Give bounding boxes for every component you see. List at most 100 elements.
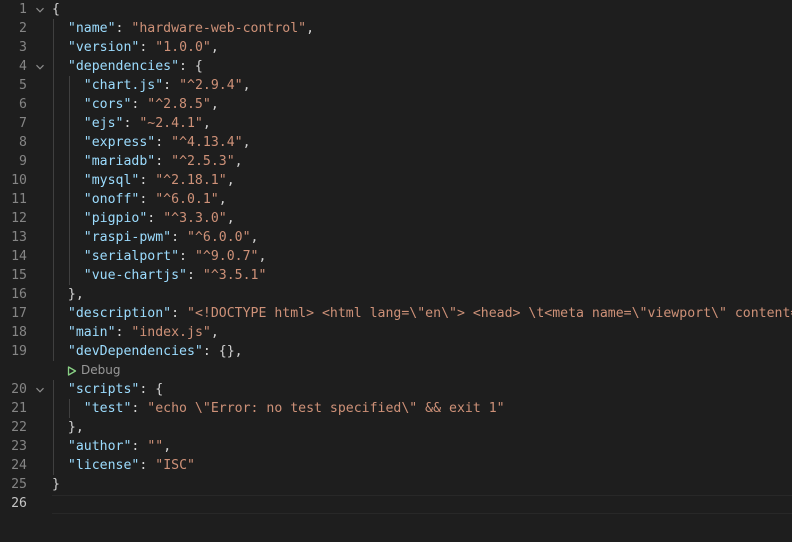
code-line[interactable]: 24 "license": "ISC" <box>0 456 792 475</box>
json-punctuation: : <box>139 40 156 55</box>
json-key: "chart.js" <box>83 78 164 93</box>
code-line[interactable]: 26 <box>0 494 792 513</box>
line-code: "pigpio": "^3.3.0", <box>52 209 235 228</box>
json-punctuation: , <box>306 21 315 36</box>
json-punctuation: : <box>179 249 195 264</box>
line-code: "license": "ISC" <box>52 456 195 475</box>
json-key: "mysql" <box>83 173 140 188</box>
code-editor[interactable]: 1{2 "name": "hardware-web-control", 3 "ve… <box>0 0 792 542</box>
json-key: "dependencies" <box>67 59 180 74</box>
json-punctuation: : <box>131 401 148 416</box>
chevron-down-icon[interactable] <box>33 0 47 19</box>
json-punctuation: : {}, <box>202 344 243 359</box>
json-string: "^2.18.1" <box>155 173 227 188</box>
line-number: 20 <box>11 382 27 397</box>
json-punctuation: : <box>123 116 140 131</box>
code-line[interactable]: 5 "chart.js": "^2.9.4", <box>0 76 792 95</box>
json-punctuation: : { <box>179 59 203 74</box>
code-line[interactable]: 2 "name": "hardware-web-control", <box>0 19 792 38</box>
json-punctuation: , <box>202 116 211 131</box>
line-number: 19 <box>11 344 27 359</box>
line-number: 25 <box>11 477 27 492</box>
json-string: "^6.0.1" <box>155 192 219 207</box>
code-line[interactable]: 17 "description": "<!DOCTYPE html> <html… <box>0 304 792 323</box>
json-punctuation: , <box>226 211 235 226</box>
json-punctuation: : <box>131 439 148 454</box>
code-line[interactable]: 21 "test": "echo \"Error: no test specif… <box>0 399 792 418</box>
json-punctuation: : <box>163 78 180 93</box>
chevron-down-icon[interactable] <box>33 57 47 76</box>
code-line[interactable]: 12 "pigpio": "^3.3.0", <box>0 209 792 228</box>
code-line[interactable]: 13 "raspi-pwm": "^6.0.0", <box>0 228 792 247</box>
line-code: "mariadb": "^2.5.3", <box>52 152 243 171</box>
json-punctuation: : <box>147 211 164 226</box>
json-punctuation: , <box>242 135 251 150</box>
json-key: "test" <box>83 401 132 416</box>
code-line[interactable]: 3 "version": "1.0.0", <box>0 38 792 57</box>
json-string: "" <box>147 439 164 454</box>
code-line[interactable]: 19 "devDependencies": {}, <box>0 342 792 361</box>
line-code: "name": "hardware-web-control", <box>52 19 314 38</box>
json-punctuation: , <box>210 97 219 112</box>
json-punctuation: , <box>218 192 227 207</box>
json-string: "^6.0.0" <box>187 230 251 245</box>
json-key: "mariadb" <box>83 154 156 169</box>
json-string: "ISC" <box>155 458 195 473</box>
debug-codelens[interactable]: Debug <box>67 362 120 379</box>
json-key: "scripts" <box>67 382 140 397</box>
json-key: "author" <box>67 439 132 454</box>
line-number: 10 <box>11 173 27 188</box>
line-code: "scripts": { <box>52 380 163 399</box>
code-line[interactable]: 22 }, <box>0 418 792 437</box>
line-code: "express": "^4.13.4", <box>52 133 251 152</box>
line-code: } <box>52 475 60 494</box>
code-line[interactable]: 4 "dependencies": { <box>0 57 792 76</box>
json-key: "vue-chartjs" <box>83 268 187 283</box>
json-string: "1.0.0" <box>155 40 211 55</box>
line-code: "devDependencies": {}, <box>52 342 243 361</box>
chevron-down-icon[interactable] <box>33 380 47 399</box>
json-string: "^3.3.0" <box>163 211 227 226</box>
json-key: "devDependencies" <box>67 344 203 359</box>
line-code: "mysql": "^2.18.1", <box>52 171 235 190</box>
line-number: 4 <box>19 59 27 74</box>
code-line[interactable]: 15 "vue-chartjs": "^3.5.1" <box>0 266 792 285</box>
line-number: 17 <box>11 306 27 321</box>
line-number: 22 <box>11 420 27 435</box>
line-code: }, <box>52 418 84 437</box>
code-line[interactable]: 18 "main": "index.js", <box>0 323 792 342</box>
line-number: 16 <box>11 287 27 302</box>
json-key: "license" <box>67 458 140 473</box>
json-punctuation: : <box>171 306 187 321</box>
json-punctuation: : { <box>139 382 164 397</box>
code-line[interactable]: 14 "serialport": "^9.0.7", <box>0 247 792 266</box>
code-line[interactable]: 20 "scripts": { <box>0 380 792 399</box>
json-key: "version" <box>67 40 140 55</box>
json-punctuation: : <box>139 458 156 473</box>
code-line[interactable]: 8 "express": "^4.13.4", <box>0 133 792 152</box>
json-string: "^9.0.7" <box>194 249 259 264</box>
json-key: "cors" <box>83 97 132 112</box>
json-key: "name" <box>67 21 116 36</box>
code-line[interactable]: 16 }, <box>0 285 792 304</box>
json-string: "echo \"Error: no test specified\" && ex… <box>147 401 505 416</box>
code-line[interactable]: 10 "mysql": "^2.18.1", <box>0 171 792 190</box>
line-number: 15 <box>11 268 27 283</box>
line-code: "ejs": "~2.4.1", <box>52 114 211 133</box>
json-string: "<!DOCTYPE html> <html lang=\"en\"> <hea… <box>187 306 792 321</box>
code-line[interactable]: 6 "cors": "^2.8.5", <box>0 95 792 114</box>
json-punctuation: : <box>139 192 156 207</box>
json-punctuation: : <box>155 135 172 150</box>
line-code: "cors": "^2.8.5", <box>52 95 219 114</box>
code-line[interactable]: 25} <box>0 475 792 494</box>
code-line[interactable]: 9 "mariadb": "^2.5.3", <box>0 152 792 171</box>
json-string: "^2.5.3" <box>171 154 235 169</box>
code-line[interactable]: 11 "onoff": "^6.0.1", <box>0 190 792 209</box>
code-line[interactable]: 1{ <box>0 0 792 19</box>
code-line[interactable]: 7 "ejs": "~2.4.1", <box>0 114 792 133</box>
code-line[interactable]: 23 "author": "", <box>0 437 792 456</box>
line-code: "test": "echo \"Error: no test specified… <box>52 399 505 418</box>
line-code: "onoff": "^6.0.1", <box>52 190 227 209</box>
json-punctuation: : <box>139 173 156 188</box>
line-number: 14 <box>11 249 27 264</box>
